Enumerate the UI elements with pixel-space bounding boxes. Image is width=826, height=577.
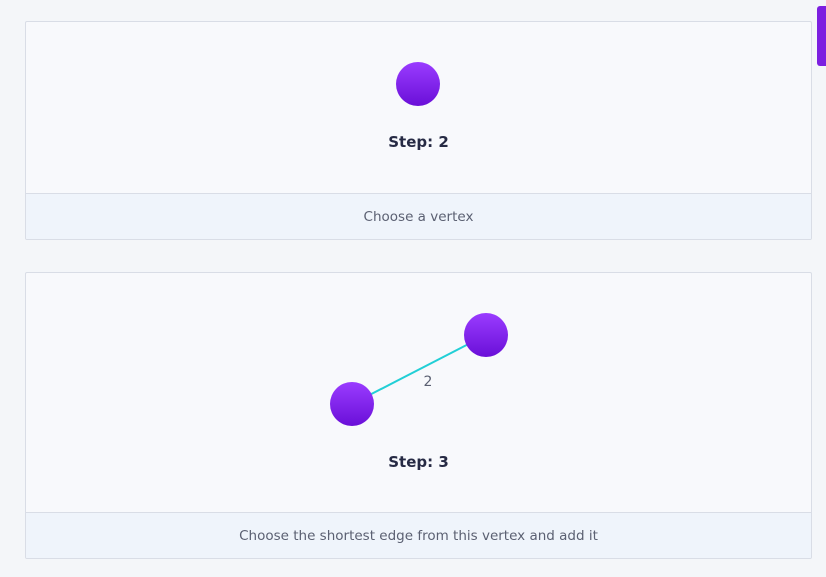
vertex-v1[interactable]: [330, 382, 374, 426]
corner-tab: [817, 6, 826, 66]
step-card-3: 2 Step: 3 Choose the shortest edge from …: [25, 272, 812, 559]
edge-v1-v2[interactable]: [351, 334, 487, 405]
step-description: Choose a vertex: [26, 193, 811, 239]
edge-weight-label: 2: [424, 374, 433, 390]
step-description: Choose the shortest edge from this verte…: [26, 512, 811, 558]
graph-svg-step-3: 2: [330, 313, 508, 426]
step-label: Step: 2: [388, 133, 449, 151]
graph-svg-step-2: [396, 62, 440, 106]
vertex-v2[interactable]: [464, 313, 508, 357]
graph-canvas: Step: 2: [26, 22, 811, 194]
step-card-2: Step: 2 Choose a vertex: [25, 21, 812, 240]
vertex-v1[interactable]: [396, 62, 440, 106]
step-label: Step: 3: [388, 453, 449, 471]
graph-canvas: 2 Step: 3: [26, 273, 811, 513]
